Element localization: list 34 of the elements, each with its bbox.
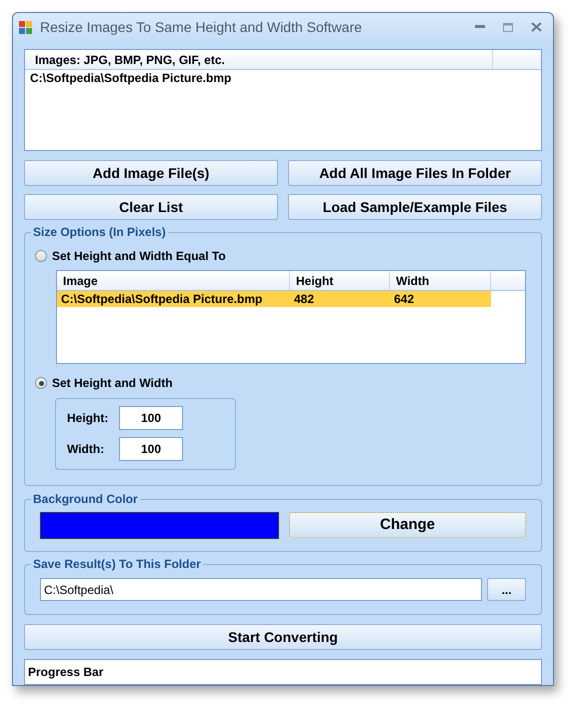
- column-header[interactable]: Width: [390, 271, 491, 290]
- radio-button[interactable]: [35, 250, 47, 262]
- start-converting-button[interactable]: Start Converting: [24, 624, 542, 650]
- radio-button[interactable]: [35, 377, 47, 389]
- action-button[interactable]: Add Image File(s): [24, 160, 278, 186]
- table-row[interactable]: C:\Softpedia\Softpedia Picture.bmp 482 642: [57, 291, 491, 307]
- app-icon: [18, 19, 34, 35]
- field-label: Width:: [67, 441, 106, 458]
- image-size-table[interactable]: Image Height Width C:\Softpedia\Softpedia Picture.bmp 482 642: [56, 270, 526, 364]
- column-header[interactable]: Image: [57, 271, 290, 290]
- table-cell-text: 482: [293, 291, 316, 307]
- minimize-icon[interactable]: [475, 25, 485, 29]
- number-field[interactable]: 100: [119, 437, 183, 461]
- close-icon[interactable]: [531, 22, 542, 32]
- action-button[interactable]: Add All Image Files In Folder: [288, 160, 542, 186]
- column-header[interactable]: Height: [290, 271, 390, 290]
- radio-label[interactable]: Set Height and Width Equal To: [52, 247, 226, 265]
- group-title: Save Result(s) To This Folder: [31, 557, 203, 571]
- maximize-icon[interactable]: [503, 22, 513, 32]
- field-label: Height:: [67, 410, 110, 427]
- table-cell-text: 642: [393, 291, 416, 307]
- table-cell-text: C:\Softpedia\Softpedia Picture.bmp: [60, 291, 264, 307]
- radio-label[interactable]: Set Height and Width: [52, 374, 173, 392]
- action-button[interactable]: Clear List: [24, 194, 278, 220]
- list-item[interactable]: C:\Softpedia\Softpedia Picture.bmp: [25, 70, 541, 86]
- browse-button[interactable]: ...: [487, 578, 526, 601]
- group-title: Background Color: [31, 492, 140, 506]
- folder-field[interactable]: C:\Softpedia\: [40, 578, 482, 601]
- image-list[interactable]: Images: JPG, BMP, PNG, GIF, etc. C:\Softpedia\Softpedia Picture.bmp: [24, 49, 542, 151]
- number-field[interactable]: 100: [119, 406, 183, 430]
- action-button[interactable]: Load Sample/Example Files: [288, 194, 542, 220]
- window-title: Resize Images To Same Height and Width Software: [40, 18, 362, 37]
- change-button[interactable]: Change: [289, 512, 526, 538]
- group-title: Size Options (In Pixels): [31, 225, 168, 239]
